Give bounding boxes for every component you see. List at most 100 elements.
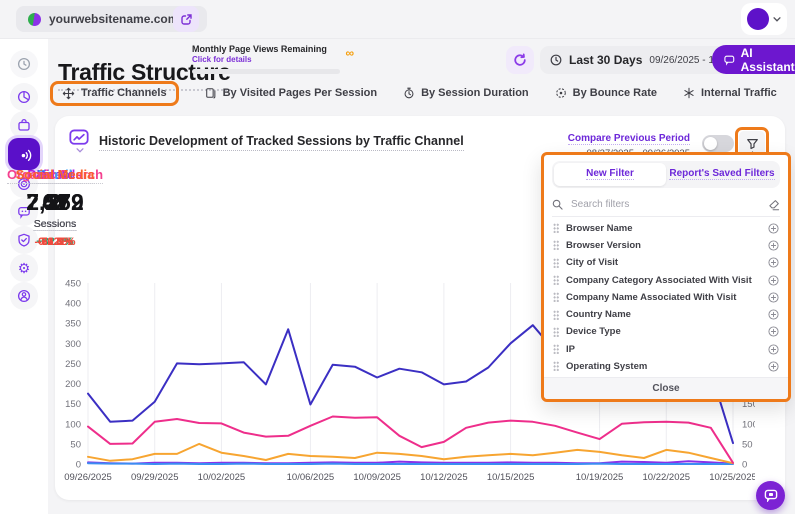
compare-label: Compare Previous Period xyxy=(568,133,690,145)
top-bar: yourwebsitename.com xyxy=(0,0,795,39)
open-website-button[interactable] xyxy=(173,6,199,32)
y-axis-tick-label: 0 xyxy=(76,460,81,471)
filter-search xyxy=(552,193,780,218)
sidebar-item-settings[interactable]: ⚙ xyxy=(10,254,38,282)
funnel-icon xyxy=(746,138,759,150)
drag-handle-icon[interactable] xyxy=(553,344,559,354)
ai-assistant-button[interactable]: AI Assistant xyxy=(712,45,795,74)
add-filter-icon[interactable] xyxy=(768,361,779,372)
filter-item[interactable]: Browser Version xyxy=(544,237,788,254)
eraser-icon[interactable] xyxy=(768,199,780,211)
close-button[interactable]: Close xyxy=(646,382,685,395)
filter-item[interactable]: Device Type xyxy=(544,323,788,340)
pie-chart-icon xyxy=(17,90,31,104)
series-line-email xyxy=(88,463,733,464)
filter-item[interactable]: Company Category Associated With Visit xyxy=(544,271,788,288)
y-axis-right-tick-label: 50 xyxy=(742,439,753,450)
support-chat-button[interactable] xyxy=(756,481,785,510)
x-axis-tick-label: 10/22/2025 xyxy=(643,472,691,483)
quota-label: Monthly Page Views Remaining xyxy=(192,44,340,54)
avatar xyxy=(747,8,769,30)
x-axis-tick-label: 10/09/2025 xyxy=(353,472,401,483)
x-axis-tick-label: 10/15/2025 xyxy=(487,472,535,483)
filter-item[interactable]: Company Name Associated With Visit xyxy=(544,289,788,306)
chart-card: Historic Development of Tracked Sessions… xyxy=(55,116,785,500)
tab-traffic-channels[interactable]: Traffic Channels xyxy=(50,81,179,106)
tab-internal-traffic[interactable]: Internal Traffic xyxy=(683,87,777,99)
toggle-knob xyxy=(704,137,717,150)
y-axis-tick-label: 400 xyxy=(65,299,81,310)
drag-handle-icon[interactable] xyxy=(553,258,559,268)
y-axis-right-tick-label: 0 xyxy=(742,460,747,471)
filter-panel-footer: Close xyxy=(544,377,788,399)
chart-title: Historic Development of Tracked Sessions… xyxy=(99,134,464,151)
compare-toggle[interactable] xyxy=(702,135,734,152)
y-axis-right-tick-label: 100 xyxy=(742,419,755,430)
filter-tabs: New Filter Report's Saved Filters xyxy=(552,161,780,188)
date-range-label: Last 30 Days xyxy=(569,53,642,67)
drag-handle-icon[interactable] xyxy=(553,310,559,320)
asterisk-icon xyxy=(683,87,695,99)
add-filter-icon[interactable] xyxy=(768,292,779,303)
filter-item[interactable]: IP xyxy=(544,341,788,358)
y-axis-tick-label: 300 xyxy=(65,339,81,350)
report-tabs: Traffic Channels By Visited Pages Per Se… xyxy=(50,79,777,107)
filter-item[interactable]: Operating System xyxy=(544,358,788,375)
clock-icon xyxy=(550,54,562,66)
user-location-icon xyxy=(17,289,31,303)
add-filter-icon[interactable] xyxy=(768,257,779,268)
drag-handle-icon[interactable] xyxy=(553,361,559,371)
drag-handle-icon[interactable] xyxy=(553,292,559,302)
add-filter-icon[interactable] xyxy=(768,309,779,320)
account-menu[interactable] xyxy=(741,3,787,35)
refresh-button[interactable] xyxy=(506,46,534,74)
y-axis-tick-label: 100 xyxy=(65,419,81,430)
add-filter-icon[interactable] xyxy=(768,344,779,355)
x-axis-tick-label: 09/29/2025 xyxy=(131,472,179,483)
drag-handle-icon[interactable] xyxy=(553,240,559,250)
add-filter-icon[interactable] xyxy=(768,275,779,286)
history-icon xyxy=(17,57,31,71)
tab-visited-pages[interactable]: By Visited Pages Per Session xyxy=(205,87,377,99)
add-filter-icon[interactable] xyxy=(768,326,779,337)
sidebar-item-projects[interactable] xyxy=(10,111,38,139)
filter-item[interactable]: Country Name xyxy=(544,306,788,323)
quota-value: ∞ xyxy=(345,46,354,60)
x-axis-tick-label: 10/06/2025 xyxy=(287,472,335,483)
drag-handle-icon[interactable] xyxy=(553,275,559,285)
filter-search-input[interactable] xyxy=(569,198,762,211)
tab-new-filter[interactable]: New Filter xyxy=(554,163,666,186)
y-axis-tick-label: 450 xyxy=(65,279,81,290)
y-axis-tick-label: 250 xyxy=(65,359,81,370)
sidebar-item-dashboard[interactable] xyxy=(10,83,38,111)
tab-session-duration[interactable]: By Session Duration xyxy=(403,87,529,99)
x-axis-tick-label: 10/02/2025 xyxy=(198,472,246,483)
quota-details-link[interactable]: Click for details xyxy=(192,55,340,64)
sidebar-item-visitors[interactable] xyxy=(10,282,38,310)
search-icon xyxy=(552,199,563,210)
pages-icon xyxy=(205,87,217,99)
gear-icon: ⚙ xyxy=(18,261,31,275)
stopwatch-icon xyxy=(403,87,415,99)
filter-list: Browser NameBrowser VersionCity of Visit… xyxy=(544,217,788,377)
analytics-app: yourwebsitename.com xyxy=(0,0,795,514)
briefcase-icon xyxy=(17,118,31,132)
chat-bubble-icon xyxy=(724,54,735,66)
external-link-icon xyxy=(180,13,193,26)
x-axis-tick-label: 10/25/2025 xyxy=(709,472,755,483)
filter-item[interactable]: City of Visit xyxy=(544,254,788,271)
add-filter-icon[interactable] xyxy=(768,223,779,234)
sidebar: ⚙ xyxy=(0,39,48,514)
sidebar-item-history[interactable] xyxy=(10,50,38,78)
drag-handle-icon[interactable] xyxy=(553,327,559,337)
add-filter-icon[interactable] xyxy=(768,240,779,251)
y-axis-tick-label: 350 xyxy=(65,319,81,330)
tab-saved-filters[interactable]: Report's Saved Filters xyxy=(666,163,778,186)
chevron-down-icon xyxy=(773,17,781,22)
x-axis-tick-label: 10/19/2025 xyxy=(576,472,624,483)
filter-item[interactable]: Browser Name xyxy=(544,219,788,236)
filter-panel: New Filter Report's Saved Filters Browse… xyxy=(541,152,791,402)
refresh-icon xyxy=(513,53,527,67)
drag-handle-icon[interactable] xyxy=(553,223,559,233)
tab-bounce-rate[interactable]: By Bounce Rate xyxy=(555,87,657,99)
